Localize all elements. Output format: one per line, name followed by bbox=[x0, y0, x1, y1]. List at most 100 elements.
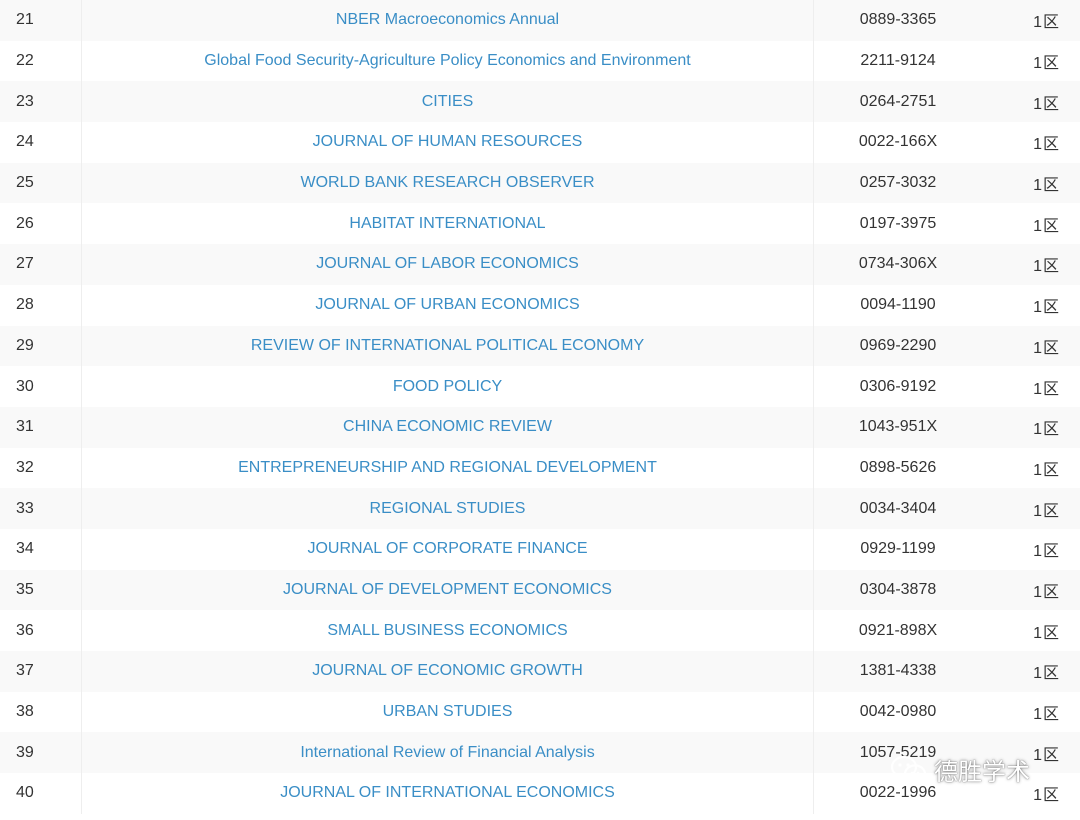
table-row: 31 CHINA ECONOMIC REVIEW 1043-951X 1区 bbox=[0, 406, 1080, 448]
title-cell: JOURNAL OF URBAN ECONOMICS bbox=[82, 284, 814, 326]
title-cell: SMALL BUSINESS ECONOMICS bbox=[82, 610, 814, 651]
journal-title-link[interactable]: CITIES bbox=[422, 93, 474, 111]
journal-title-link[interactable]: SMALL BUSINESS ECONOMICS bbox=[327, 622, 567, 640]
journal-title-link[interactable]: HABITAT INTERNATIONAL bbox=[349, 215, 545, 233]
table-row: 34 JOURNAL OF CORPORATE FINANCE 0929-1199 1… bbox=[0, 528, 1080, 570]
rank-cell: 38 bbox=[0, 691, 82, 733]
zone-cell: 1区 bbox=[1033, 502, 1060, 520]
table-row: 32 ENTREPRENEURSHIP AND REGIONAL DEVELOPM… bbox=[0, 447, 1080, 489]
journal-title-link[interactable]: FOOD POLICY bbox=[393, 378, 502, 396]
issn-cell: 1043-951X bbox=[858, 418, 938, 436]
table-row: 37 JOURNAL OF ECONOMIC GROWTH 1381-4338 1区 bbox=[0, 651, 1080, 692]
issn-cell: 0034-3404 bbox=[859, 499, 937, 517]
rank-cell: 31 bbox=[0, 406, 82, 448]
rank-cell: 22 bbox=[0, 40, 82, 82]
journal-title-link[interactable]: JOURNAL OF URBAN ECONOMICS bbox=[315, 296, 579, 314]
rank-cell: 40 bbox=[0, 773, 82, 814]
rank-cell: 30 bbox=[0, 366, 82, 407]
title-cell: JOURNAL OF CORPORATE FINANCE bbox=[82, 528, 814, 570]
journal-title-link[interactable]: REVIEW OF INTERNATIONAL POLITICAL ECONOM… bbox=[251, 337, 644, 355]
rank-cell: 23 bbox=[0, 81, 82, 123]
rank-cell: 33 bbox=[0, 488, 82, 529]
journal-title-link[interactable]: JOURNAL OF ECONOMIC GROWTH bbox=[312, 662, 583, 680]
table-row: 40 JOURNAL OF INTERNATIONAL ECONOMICS 0022… bbox=[0, 773, 1080, 814]
table-row: 35 JOURNAL OF DEVELOPMENT ECONOMICS 0304-3… bbox=[0, 569, 1080, 611]
issn-cell: 0264-2751 bbox=[859, 92, 937, 110]
title-cell: REVIEW OF INTERNATIONAL POLITICAL ECONOM… bbox=[82, 325, 814, 367]
journal-table: 21 NBER Macroeconomics Annual 0889-3365 1区 2… bbox=[0, 0, 1080, 814]
rank-cell: 34 bbox=[0, 528, 82, 570]
zone-cell: 1区 bbox=[1033, 624, 1060, 642]
zone-cell: 1区 bbox=[1033, 461, 1060, 479]
title-cell: HABITAT INTERNATIONAL bbox=[82, 203, 814, 245]
rank-cell: 26 bbox=[0, 203, 82, 245]
title-cell: CITIES bbox=[82, 81, 814, 123]
zone-cell: 1区 bbox=[1033, 258, 1060, 276]
title-cell: JOURNAL OF ECONOMIC GROWTH bbox=[82, 651, 814, 692]
zone-cell: 1区 bbox=[1033, 787, 1060, 805]
title-cell: International Review of Financial Analys… bbox=[82, 732, 814, 774]
title-cell: FOOD POLICY bbox=[82, 366, 814, 407]
zone-cell: 1区 bbox=[1033, 14, 1060, 32]
title-cell: JOURNAL OF DEVELOPMENT ECONOMICS bbox=[82, 569, 814, 611]
issn-cell: 0022-166X bbox=[858, 133, 938, 151]
table-row: 23 CITIES 0264-2751 1区 bbox=[0, 81, 1080, 123]
zone-cell: 1区 bbox=[1033, 95, 1060, 113]
title-cell: JOURNAL OF LABOR ECONOMICS bbox=[82, 244, 814, 285]
journal-title-link[interactable]: CHINA ECONOMIC REVIEW bbox=[343, 418, 552, 436]
journal-title-link[interactable]: URBAN STUDIES bbox=[383, 703, 513, 721]
issn-cell: 0042-0980 bbox=[859, 703, 937, 721]
zone-cell: 1区 bbox=[1033, 665, 1060, 683]
issn-cell: 0734-306X bbox=[858, 255, 938, 273]
zone-cell: 1区 bbox=[1033, 339, 1060, 357]
journal-title-link[interactable]: JOURNAL OF LABOR ECONOMICS bbox=[316, 255, 579, 273]
table-row: 27 JOURNAL OF LABOR ECONOMICS 0734-306X 1区 bbox=[0, 244, 1080, 285]
rank-cell: 36 bbox=[0, 610, 82, 651]
zone-cell: 1区 bbox=[1033, 299, 1060, 317]
title-cell: JOURNAL OF INTERNATIONAL ECONOMICS bbox=[82, 773, 814, 814]
title-cell: URBAN STUDIES bbox=[82, 691, 814, 733]
table-row: 39 International Review of Financial Anal… bbox=[0, 732, 1080, 774]
title-cell: NBER Macroeconomics Annual bbox=[82, 0, 814, 41]
zone-cell: 1区 bbox=[1033, 421, 1060, 439]
journal-title-link[interactable]: WORLD BANK RESEARCH OBSERVER bbox=[301, 174, 595, 192]
title-cell: ENTREPRENEURSHIP AND REGIONAL DEVELOPMEN… bbox=[82, 447, 814, 489]
issn-cell: 1057-5219 bbox=[859, 743, 937, 761]
zone-cell: 1区 bbox=[1033, 583, 1060, 601]
journal-title-link[interactable]: International Review of Financial Analys… bbox=[300, 744, 594, 762]
zone-cell: 1区 bbox=[1033, 55, 1060, 73]
table-row: 29 REVIEW OF INTERNATIONAL POLITICAL ECON… bbox=[0, 325, 1080, 367]
journal-title-link[interactable]: JOURNAL OF INTERNATIONAL ECONOMICS bbox=[280, 784, 615, 802]
issn-cell: 0257-3032 bbox=[859, 174, 937, 192]
table-row: 30 FOOD POLICY 0306-9192 1区 bbox=[0, 366, 1080, 407]
zone-cell: 1区 bbox=[1033, 706, 1060, 724]
table-row: 28 JOURNAL OF URBAN ECONOMICS 0094-1190 1区 bbox=[0, 284, 1080, 326]
rank-cell: 37 bbox=[0, 651, 82, 692]
issn-cell: 0304-3878 bbox=[859, 580, 937, 598]
rank-cell: 39 bbox=[0, 732, 82, 774]
zone-cell: 1区 bbox=[1033, 217, 1060, 235]
journal-title-link[interactable]: JOURNAL OF DEVELOPMENT ECONOMICS bbox=[283, 581, 612, 599]
table-row: 26 HABITAT INTERNATIONAL 0197-3975 1区 bbox=[0, 203, 1080, 245]
journal-title-link[interactable]: NBER Macroeconomics Annual bbox=[336, 11, 559, 29]
issn-cell: 0022-1996 bbox=[859, 784, 937, 802]
zone-cell: 1区 bbox=[1033, 177, 1060, 195]
journal-title-link[interactable]: REGIONAL STUDIES bbox=[370, 500, 526, 518]
rank-cell: 28 bbox=[0, 284, 82, 326]
rank-cell: 29 bbox=[0, 325, 82, 367]
issn-cell: 2211-9124 bbox=[860, 52, 936, 70]
rank-cell: 32 bbox=[0, 447, 82, 489]
journal-title-link[interactable]: Global Food Security-Agriculture Policy … bbox=[204, 52, 690, 70]
issn-cell: 0898-5626 bbox=[859, 458, 937, 476]
table-row: 25 WORLD BANK RESEARCH OBSERVER 0257-3032 1… bbox=[0, 162, 1080, 204]
title-cell: REGIONAL STUDIES bbox=[82, 488, 814, 529]
table-row: 36 SMALL BUSINESS ECONOMICS 0921-898X 1区 bbox=[0, 610, 1080, 651]
journal-title-link[interactable]: JOURNAL OF CORPORATE FINANCE bbox=[307, 540, 587, 558]
issn-cell: 0969-2290 bbox=[859, 336, 937, 354]
journal-title-link[interactable]: JOURNAL OF HUMAN RESOURCES bbox=[313, 133, 583, 151]
zone-cell: 1区 bbox=[1033, 746, 1060, 764]
journal-title-link[interactable]: ENTREPRENEURSHIP AND REGIONAL DEVELOPMEN… bbox=[238, 459, 657, 477]
rank-cell: 24 bbox=[0, 122, 82, 163]
rank-cell: 27 bbox=[0, 244, 82, 285]
issn-cell: 0094-1190 bbox=[860, 296, 936, 314]
